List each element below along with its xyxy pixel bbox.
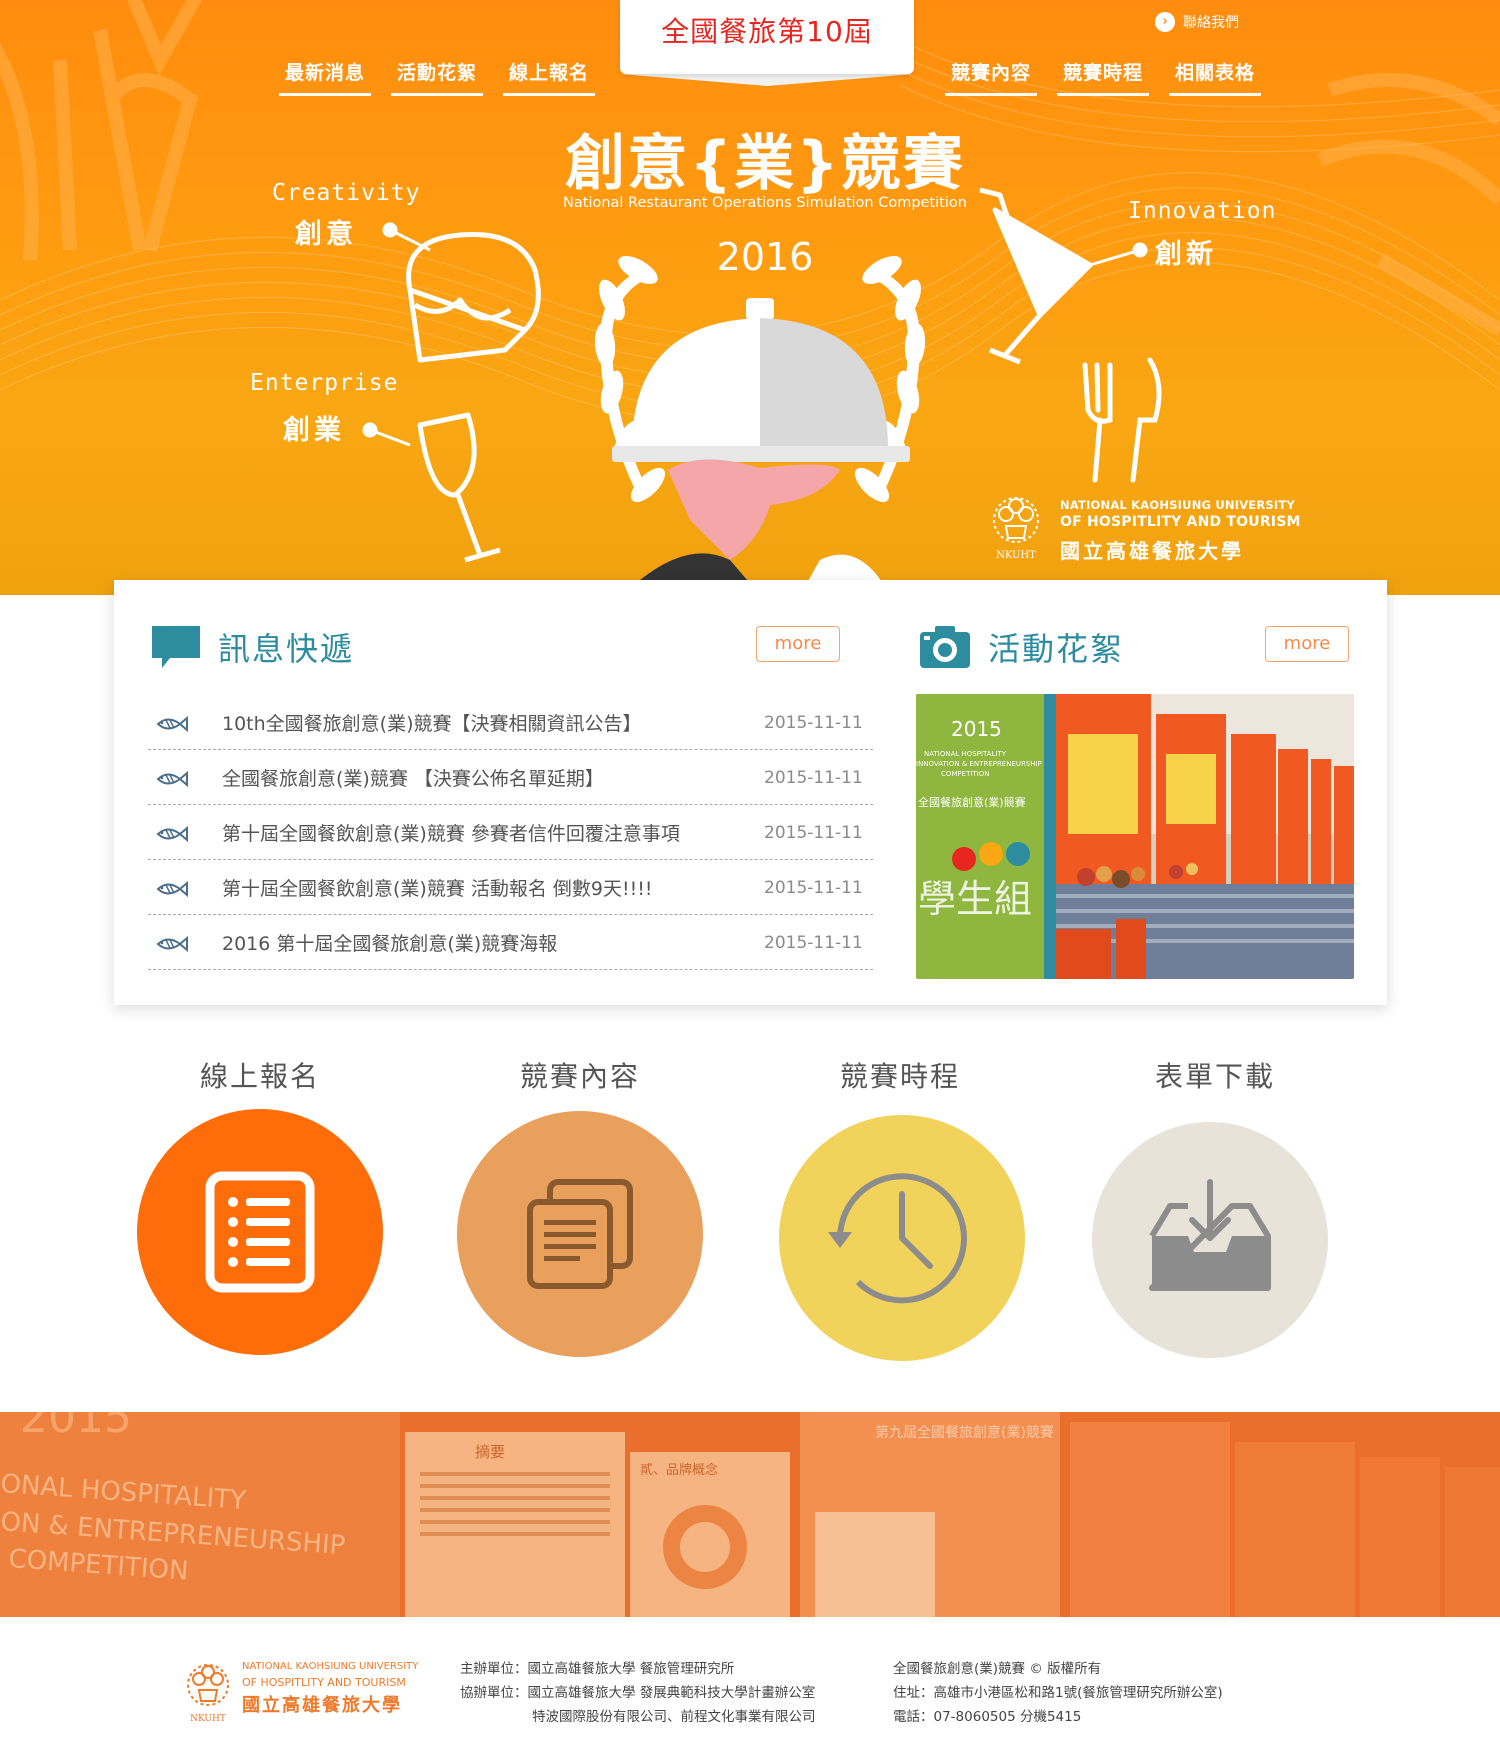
gallery-heading: 活動花絮 (988, 630, 1125, 668)
news-item-title: 10th全國餐旅創意(業)競賽【決賽相關資訊公告】 (222, 713, 642, 735)
fish-bullet-icon (156, 770, 188, 788)
footer-logo-zh: 國立高雄餐旅大學 (242, 1695, 402, 1716)
news-list: 10th全國餐旅創意(業)競賽【決賽相關資訊公告】 2015-11-11 全國餐旅創… (148, 695, 873, 970)
news-item-date: 2015-11-11 (764, 878, 863, 898)
quick-link-button[interactable] (457, 1111, 703, 1357)
news-item-date: 2015-11-11 (764, 823, 863, 843)
news-heading: 訊息快遞 (218, 630, 355, 668)
photo-year: 2015 (951, 717, 1002, 741)
news-item-date: 2015-11-11 (764, 933, 863, 953)
event-photo-strip: 2015 ONAL HOSPITALITY ON & ENTREPRENEURS… (0, 1412, 1500, 1617)
quick-link-label[interactable]: 表單下載 (1085, 1055, 1345, 1095)
content-panel: 訊息快遞 more 10th全國餐旅創意(業)競賽【決賽相關資訊公告】 2015-… (114, 580, 1387, 1005)
news-item-date: 2015-11-11 (764, 768, 863, 788)
news-item-date: 2015-11-11 (764, 713, 863, 733)
footer-university-logo-icon: NKUHT (187, 1664, 229, 1724)
cupcake-icon (406, 231, 541, 363)
fish-bullet-icon (156, 935, 188, 953)
gallery-more-button[interactable]: more (1265, 626, 1349, 662)
gallery-header: 活動花絮 (918, 624, 1124, 670)
camera-icon (920, 626, 970, 668)
footer-logo-en1: NATIONAL KAOHSIUNG UNIVERSITY (242, 1661, 419, 1672)
news-item-title: 第十屆全國餐飲創意(業)競賽 參賽者信件回覆注意事項 (222, 823, 680, 845)
news-item[interactable]: 10th全國餐旅創意(業)競賽【決賽相關資訊公告】 2015-11-11 (148, 695, 873, 750)
news-item-title: 全國餐旅創意(業)競賽 【決賽公佈名單延期】 (222, 768, 604, 790)
footer-co-organizer: 協辦單位：國立高雄餐旅大學 發展典範科技大學計畫辦公室 (460, 1685, 816, 1701)
photo-banner-line2: INNOVATION & ENTREPRENEURSHIP (916, 760, 1042, 768)
photo-banner-line3: COMPETITION (941, 770, 990, 778)
quick-link-label[interactable]: 競賽內容 (450, 1055, 710, 1095)
footer-logo-en2: OF HOSPITLITY AND TOURISM (242, 1676, 406, 1689)
quick-link-button[interactable] (1092, 1122, 1328, 1358)
wine-glass-icon (417, 412, 501, 563)
footer: NKUHT NATIONAL KAOHSIUNG UNIVERSITY OF H… (0, 1617, 1500, 1750)
cloche-icon (612, 298, 910, 595)
cocktail-glass-icon (979, 187, 1093, 365)
footer-address: 住址：高雄市小港區松和路1號(餐旅管理研究所辦公室) (893, 1685, 1223, 1701)
university-name-zh: 國立高雄餐旅大學 (1060, 539, 1244, 563)
fish-bullet-icon (156, 880, 188, 898)
photo-group-label: 學生組 (918, 877, 1032, 921)
hero-banner: 全國餐旅第10屆 › 聯絡我們 最新消息 活動花絮 線上報名 競賽內容 競賽時程… (0, 0, 1500, 595)
news-item[interactable]: 第十屆全國餐飲創意(業)競賽 活動報名 倒數9天!!!! 2015-11-11 (148, 860, 873, 915)
footer-logo-abbr: NKUHT (190, 1714, 226, 1724)
list-icon (205, 1171, 315, 1293)
quick-link-label[interactable]: 競賽時程 (770, 1055, 1030, 1095)
news-item-title: 2016 第十屆全國餐旅創意(業)競賽海報 (222, 933, 558, 955)
fork-knife-icon (1082, 357, 1162, 483)
university-logo-icon: NKUHT (993, 497, 1039, 561)
fish-bullet-icon (156, 715, 188, 733)
footer-organizers: 主辦單位：國立高雄餐旅大學 餐旅管理研究所 協辦單位：國立高雄餐旅大學 發展典範… (460, 1657, 816, 1729)
university-logo-abbr: NKUHT (996, 550, 1036, 561)
download-tray-icon (1149, 1179, 1271, 1291)
footer-phone: 電話：07-8060505 分機5415 (893, 1709, 1082, 1725)
quick-link-button[interactable] (137, 1109, 383, 1355)
footer-organizer: 主辦單位：國立高雄餐旅大學 餐旅管理研究所 (460, 1661, 735, 1677)
footer-copyright: 全國餐旅創意(業)競賽 © 版權所有 (893, 1661, 1102, 1677)
news-item-title: 第十屆全國餐飲創意(業)競賽 活動報名 倒數9天!!!! (222, 878, 653, 900)
quick-link-label[interactable]: 線上報名 (130, 1055, 390, 1095)
news-item[interactable]: 2016 第十屆全國餐旅創意(業)競賽海報 2015-11-11 (148, 915, 873, 970)
news-item[interactable]: 全國餐旅創意(業)競賽 【決賽公佈名單延期】 2015-11-11 (148, 750, 873, 805)
photo-banner-line1: NATIONAL HOSPITALITY (924, 750, 1007, 758)
quick-link-button[interactable] (779, 1115, 1025, 1361)
news-header: 訊息快遞 (150, 624, 354, 670)
news-more-button[interactable]: more (756, 626, 840, 662)
footer-co-organizer-2: 特波國際股份有限公司、前程文化事業有限公司 (532, 1709, 816, 1725)
university-name-en2: OF HOSPITLITY AND TOURISM (1060, 514, 1301, 530)
university-name-en1: NATIONAL KAOHSIUNG UNIVERSITY (1060, 498, 1295, 512)
footer-contact-info: 全國餐旅創意(業)競賽 © 版權所有 住址：高雄市小港區松和路1號(餐旅管理研究… (893, 1657, 1223, 1729)
news-item[interactable]: 第十屆全國餐飲創意(業)競賽 參賽者信件回覆注意事項 2015-11-11 (148, 805, 873, 860)
chat-bubble-icon (152, 626, 200, 668)
gallery-photo[interactable]: 2015 NATIONAL HOSPITALITY INNOVATION & E… (916, 694, 1354, 979)
history-clock-icon (828, 1173, 967, 1304)
photo-zh-title: 全國餐旅創意(業)競賽 (918, 795, 1026, 809)
documents-icon (527, 1179, 633, 1289)
fish-bullet-icon (156, 825, 188, 843)
